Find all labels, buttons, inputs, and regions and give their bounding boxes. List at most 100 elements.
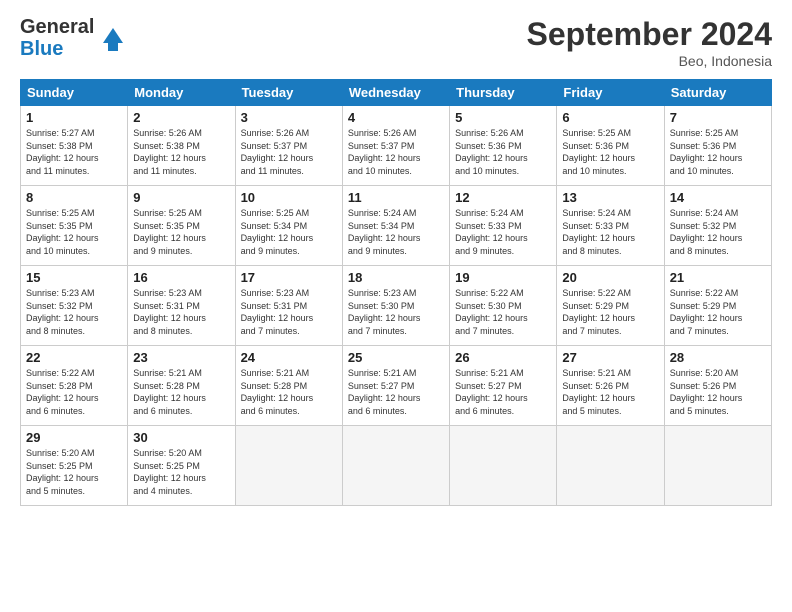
table-row: 10 Sunrise: 5:25 AMSunset: 5:34 PMDaylig… [235, 186, 342, 266]
table-row: 25 Sunrise: 5:21 AMSunset: 5:27 PMDaylig… [342, 346, 449, 426]
day-info: Sunrise: 5:25 AMSunset: 5:36 PMDaylight:… [562, 127, 658, 177]
day-info: Sunrise: 5:25 AMSunset: 5:36 PMDaylight:… [670, 127, 766, 177]
day-info: Sunrise: 5:25 AMSunset: 5:35 PMDaylight:… [133, 207, 229, 257]
calendar-header-row: Sunday Monday Tuesday Wednesday Thursday… [21, 80, 772, 106]
month-title: September 2024 [527, 16, 772, 53]
table-row [235, 426, 342, 506]
day-info: Sunrise: 5:21 AMSunset: 5:26 PMDaylight:… [562, 367, 658, 417]
logo-icon [98, 23, 128, 53]
day-info: Sunrise: 5:20 AMSunset: 5:25 PMDaylight:… [133, 447, 229, 497]
day-info: Sunrise: 5:21 AMSunset: 5:28 PMDaylight:… [241, 367, 337, 417]
day-number: 18 [348, 270, 444, 285]
day-number: 29 [26, 430, 122, 445]
day-number: 24 [241, 350, 337, 365]
table-row: 15 Sunrise: 5:23 AMSunset: 5:32 PMDaylig… [21, 266, 128, 346]
table-row: 16 Sunrise: 5:23 AMSunset: 5:31 PMDaylig… [128, 266, 235, 346]
day-info: Sunrise: 5:27 AMSunset: 5:38 PMDaylight:… [26, 127, 122, 177]
col-saturday: Saturday [664, 80, 771, 106]
table-row: 11 Sunrise: 5:24 AMSunset: 5:34 PMDaylig… [342, 186, 449, 266]
logo-blue: Blue [20, 38, 94, 60]
calendar-table: Sunday Monday Tuesday Wednesday Thursday… [20, 79, 772, 506]
day-number: 28 [670, 350, 766, 365]
day-info: Sunrise: 5:24 AMSunset: 5:33 PMDaylight:… [562, 207, 658, 257]
table-row: 12 Sunrise: 5:24 AMSunset: 5:33 PMDaylig… [450, 186, 557, 266]
day-number: 1 [26, 110, 122, 125]
day-number: 2 [133, 110, 229, 125]
calendar-week-row: 22 Sunrise: 5:22 AMSunset: 5:28 PMDaylig… [21, 346, 772, 426]
table-row: 6 Sunrise: 5:25 AMSunset: 5:36 PMDayligh… [557, 106, 664, 186]
day-number: 6 [562, 110, 658, 125]
day-number: 20 [562, 270, 658, 285]
day-number: 8 [26, 190, 122, 205]
day-number: 27 [562, 350, 658, 365]
table-row: 9 Sunrise: 5:25 AMSunset: 5:35 PMDayligh… [128, 186, 235, 266]
day-number: 9 [133, 190, 229, 205]
logo: General Blue [20, 16, 128, 60]
day-info: Sunrise: 5:22 AMSunset: 5:28 PMDaylight:… [26, 367, 122, 417]
header: General Blue September 2024 Beo, Indones… [20, 16, 772, 69]
col-friday: Friday [557, 80, 664, 106]
day-number: 16 [133, 270, 229, 285]
table-row: 2 Sunrise: 5:26 AMSunset: 5:38 PMDayligh… [128, 106, 235, 186]
table-row [342, 426, 449, 506]
day-number: 7 [670, 110, 766, 125]
table-row: 17 Sunrise: 5:23 AMSunset: 5:31 PMDaylig… [235, 266, 342, 346]
table-row: 3 Sunrise: 5:26 AMSunset: 5:37 PMDayligh… [235, 106, 342, 186]
day-number: 3 [241, 110, 337, 125]
table-row: 19 Sunrise: 5:22 AMSunset: 5:30 PMDaylig… [450, 266, 557, 346]
table-row: 26 Sunrise: 5:21 AMSunset: 5:27 PMDaylig… [450, 346, 557, 426]
logo-general: General [20, 16, 94, 38]
day-number: 10 [241, 190, 337, 205]
day-info: Sunrise: 5:21 AMSunset: 5:28 PMDaylight:… [133, 367, 229, 417]
table-row: 1 Sunrise: 5:27 AMSunset: 5:38 PMDayligh… [21, 106, 128, 186]
day-info: Sunrise: 5:24 AMSunset: 5:34 PMDaylight:… [348, 207, 444, 257]
day-number: 26 [455, 350, 551, 365]
day-number: 21 [670, 270, 766, 285]
day-number: 11 [348, 190, 444, 205]
table-row: 5 Sunrise: 5:26 AMSunset: 5:36 PMDayligh… [450, 106, 557, 186]
location: Beo, Indonesia [527, 53, 772, 69]
day-info: Sunrise: 5:24 AMSunset: 5:32 PMDaylight:… [670, 207, 766, 257]
table-row: 8 Sunrise: 5:25 AMSunset: 5:35 PMDayligh… [21, 186, 128, 266]
day-info: Sunrise: 5:25 AMSunset: 5:34 PMDaylight:… [241, 207, 337, 257]
page: General Blue September 2024 Beo, Indones… [0, 0, 792, 612]
col-sunday: Sunday [21, 80, 128, 106]
day-info: Sunrise: 5:23 AMSunset: 5:31 PMDaylight:… [241, 287, 337, 337]
day-info: Sunrise: 5:20 AMSunset: 5:26 PMDaylight:… [670, 367, 766, 417]
day-number: 22 [26, 350, 122, 365]
day-info: Sunrise: 5:26 AMSunset: 5:37 PMDaylight:… [241, 127, 337, 177]
table-row: 4 Sunrise: 5:26 AMSunset: 5:37 PMDayligh… [342, 106, 449, 186]
table-row: 24 Sunrise: 5:21 AMSunset: 5:28 PMDaylig… [235, 346, 342, 426]
day-info: Sunrise: 5:23 AMSunset: 5:32 PMDaylight:… [26, 287, 122, 337]
col-thursday: Thursday [450, 80, 557, 106]
day-number: 17 [241, 270, 337, 285]
table-row: 7 Sunrise: 5:25 AMSunset: 5:36 PMDayligh… [664, 106, 771, 186]
table-row: 13 Sunrise: 5:24 AMSunset: 5:33 PMDaylig… [557, 186, 664, 266]
day-number: 12 [455, 190, 551, 205]
title-block: September 2024 Beo, Indonesia [527, 16, 772, 69]
day-number: 14 [670, 190, 766, 205]
day-info: Sunrise: 5:21 AMSunset: 5:27 PMDaylight:… [455, 367, 551, 417]
table-row: 30 Sunrise: 5:20 AMSunset: 5:25 PMDaylig… [128, 426, 235, 506]
table-row: 23 Sunrise: 5:21 AMSunset: 5:28 PMDaylig… [128, 346, 235, 426]
table-row: 14 Sunrise: 5:24 AMSunset: 5:32 PMDaylig… [664, 186, 771, 266]
day-number: 13 [562, 190, 658, 205]
calendar-week-row: 8 Sunrise: 5:25 AMSunset: 5:35 PMDayligh… [21, 186, 772, 266]
table-row: 18 Sunrise: 5:23 AMSunset: 5:30 PMDaylig… [342, 266, 449, 346]
day-info: Sunrise: 5:23 AMSunset: 5:30 PMDaylight:… [348, 287, 444, 337]
day-info: Sunrise: 5:20 AMSunset: 5:25 PMDaylight:… [26, 447, 122, 497]
day-number: 30 [133, 430, 229, 445]
day-info: Sunrise: 5:26 AMSunset: 5:37 PMDaylight:… [348, 127, 444, 177]
calendar-week-row: 29 Sunrise: 5:20 AMSunset: 5:25 PMDaylig… [21, 426, 772, 506]
day-number: 4 [348, 110, 444, 125]
day-info: Sunrise: 5:22 AMSunset: 5:29 PMDaylight:… [670, 287, 766, 337]
col-monday: Monday [128, 80, 235, 106]
day-info: Sunrise: 5:23 AMSunset: 5:31 PMDaylight:… [133, 287, 229, 337]
day-number: 25 [348, 350, 444, 365]
table-row [664, 426, 771, 506]
table-row: 20 Sunrise: 5:22 AMSunset: 5:29 PMDaylig… [557, 266, 664, 346]
col-wednesday: Wednesday [342, 80, 449, 106]
calendar-week-row: 15 Sunrise: 5:23 AMSunset: 5:32 PMDaylig… [21, 266, 772, 346]
day-number: 5 [455, 110, 551, 125]
day-number: 15 [26, 270, 122, 285]
